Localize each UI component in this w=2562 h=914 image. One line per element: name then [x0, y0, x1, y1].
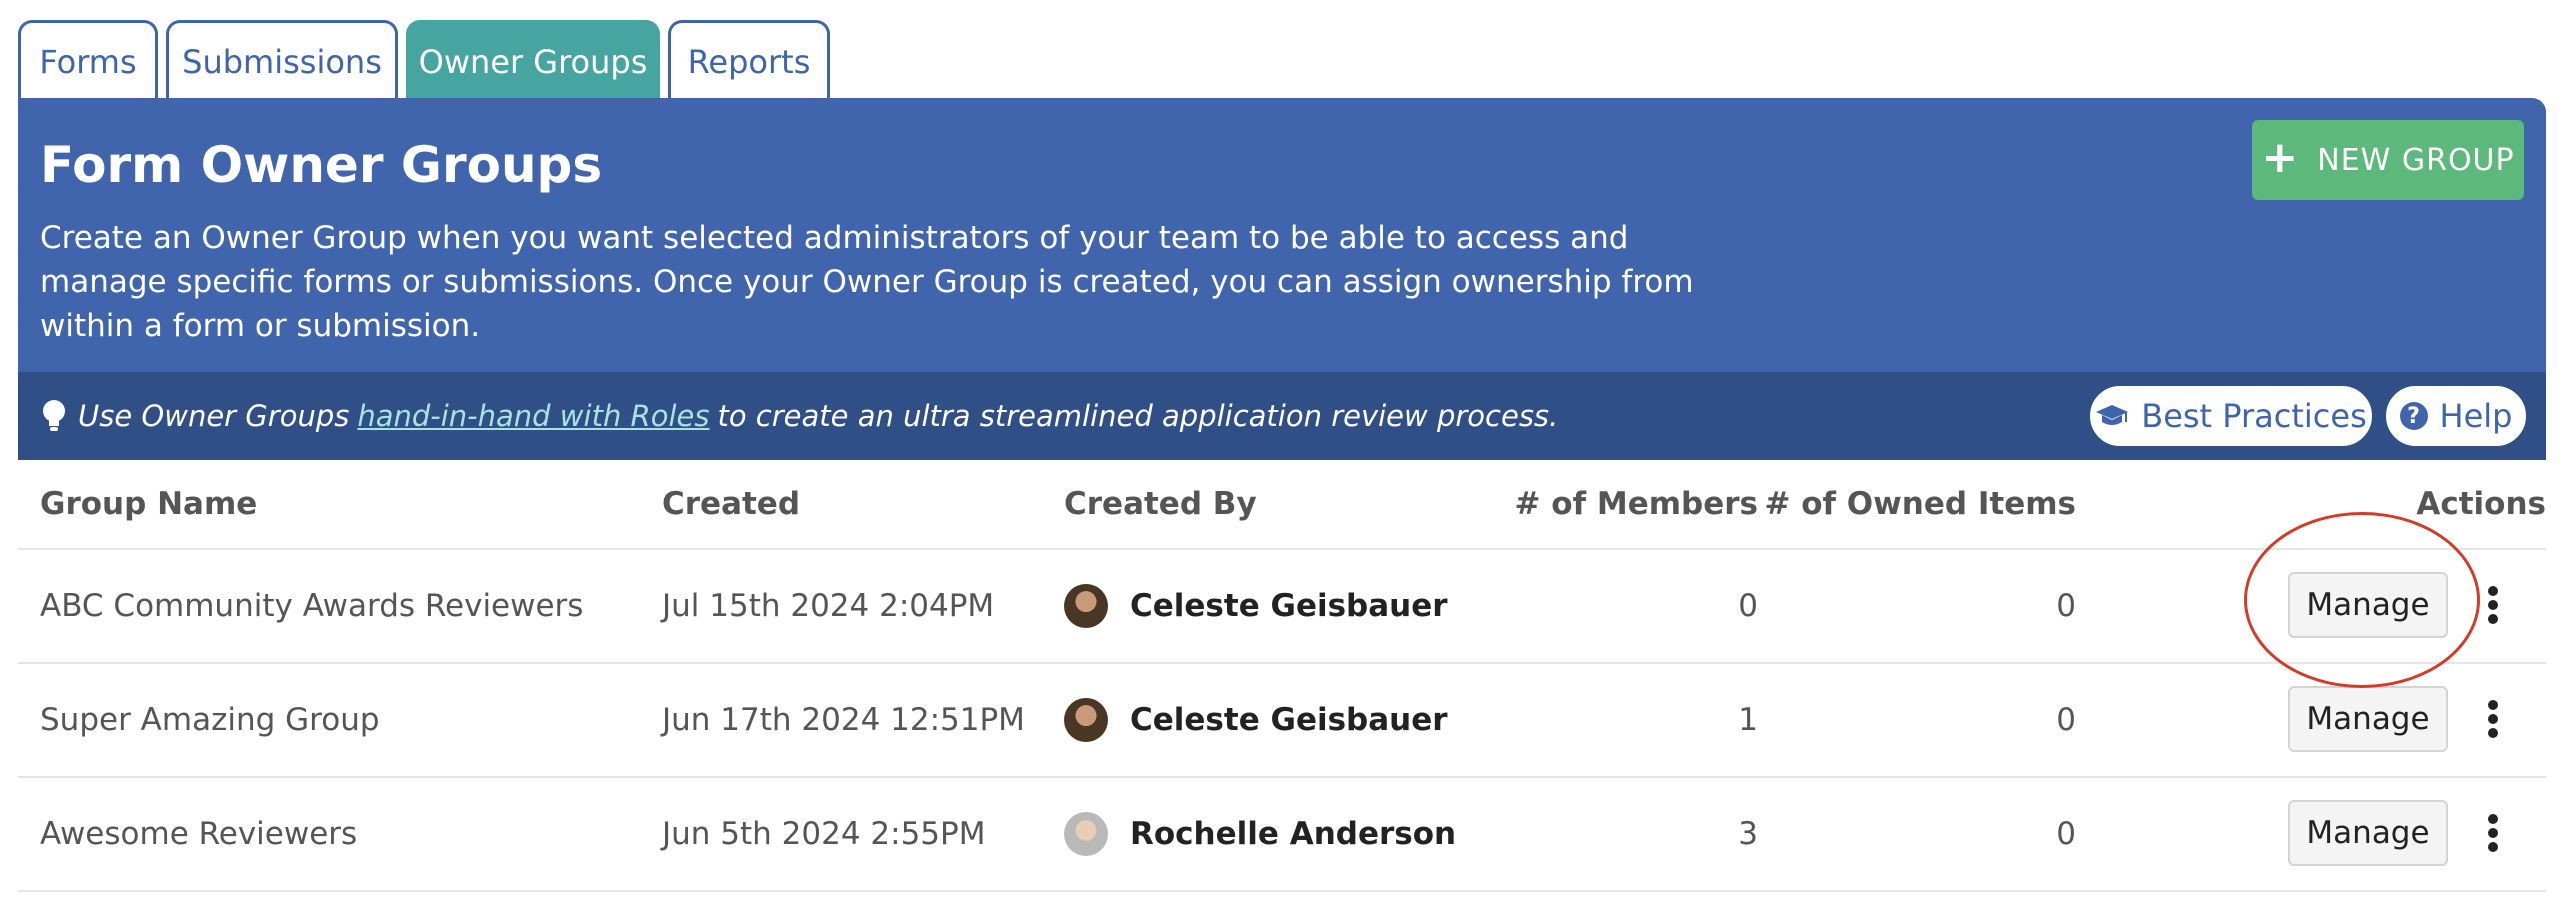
created-by-name: Rochelle Anderson — [1130, 816, 1457, 852]
created-by-name: Celeste Geisbauer — [1130, 702, 1448, 738]
header-created: Created — [662, 486, 801, 522]
header-panel: Form Owner Groups Create an Owner Group … — [18, 98, 2546, 372]
roles-link[interactable]: hand-in-hand with Roles — [357, 399, 709, 433]
help-label: Help — [2439, 397, 2513, 435]
member-count: 0 — [1738, 588, 1758, 624]
created-by: Celeste Geisbauer — [1064, 550, 1448, 662]
created-date: Jun 17th 2024 12:51PM — [662, 702, 1025, 738]
tip-text: Use Owner Groups hand-in-hand with Roles… — [78, 372, 1558, 460]
tab-bar: Forms Submissions Owner Groups Reports — [18, 18, 830, 100]
lightbulb-icon — [43, 400, 65, 431]
owned-count: 0 — [2056, 702, 2076, 738]
graduation-cap-icon — [2096, 405, 2129, 425]
question-circle-icon: ? — [2399, 402, 2428, 430]
header-group-name: Group Name — [40, 486, 258, 522]
header-actions: Actions — [2416, 486, 2546, 522]
owned-count: 0 — [2056, 816, 2076, 852]
best-practices-button[interactable]: Best Practices — [2090, 386, 2372, 446]
new-group-label: NEW GROUP — [2317, 142, 2515, 178]
created-date: Jul 15th 2024 2:04PM — [662, 588, 995, 624]
table-row: Super Amazing Group Jun 17th 2024 12:51P… — [18, 664, 2546, 778]
help-button[interactable]: ? Help — [2386, 386, 2526, 446]
manage-button[interactable]: Manage — [2288, 686, 2448, 752]
header-members: # of Members — [1514, 486, 1758, 522]
manage-button[interactable]: Manage — [2288, 572, 2448, 638]
tab-submissions[interactable]: Submissions — [166, 20, 398, 100]
table-row: Awesome Reviewers Jun 5th 2024 2:55PM Ro… — [18, 778, 2546, 892]
avatar — [1064, 584, 1108, 628]
best-practices-label: Best Practices — [2141, 397, 2367, 435]
tip-bar: Use Owner Groups hand-in-hand with Roles… — [18, 372, 2546, 460]
avatar — [1064, 698, 1108, 742]
tab-forms[interactable]: Forms — [18, 20, 158, 100]
manage-button[interactable]: Manage — [2288, 800, 2448, 866]
member-count: 1 — [1738, 702, 1758, 738]
group-name: ABC Community Awards Reviewers — [40, 588, 584, 624]
kebab-menu-icon[interactable] — [2486, 812, 2500, 854]
header-owned-items: # of Owned Items — [1764, 486, 2076, 522]
tab-reports[interactable]: Reports — [668, 20, 830, 100]
table-row: ABC Community Awards Reviewers Jul 15th … — [18, 550, 2546, 664]
tip-prefix: Use Owner Groups — [78, 399, 350, 433]
new-group-button[interactable]: + NEW GROUP — [2252, 120, 2524, 200]
page-description: Create an Owner Group when you want sele… — [40, 220, 1694, 344]
page-title: Form Owner Groups — [40, 136, 603, 194]
member-count: 3 — [1738, 816, 1758, 852]
group-name: Super Amazing Group — [40, 702, 380, 738]
created-by: Celeste Geisbauer — [1064, 664, 1448, 776]
kebab-menu-icon[interactable] — [2486, 584, 2500, 626]
plus-icon: + — [2261, 132, 2300, 183]
avatar — [1064, 812, 1108, 856]
kebab-menu-icon[interactable] — [2486, 698, 2500, 740]
header-created-by: Created By — [1064, 486, 1257, 522]
table-header: Group Name Created Created By # of Membe… — [18, 460, 2546, 550]
created-date: Jun 5th 2024 2:55PM — [662, 816, 986, 852]
created-by: Rochelle Anderson — [1064, 778, 1456, 890]
owned-count: 0 — [2056, 588, 2076, 624]
owner-groups-table: Group Name Created Created By # of Membe… — [18, 460, 2546, 892]
created-by-name: Celeste Geisbauer — [1130, 588, 1448, 624]
tip-suffix: to create an ultra streamlined applicati… — [717, 399, 1559, 433]
group-name: Awesome Reviewers — [40, 816, 358, 852]
tab-owner-groups[interactable]: Owner Groups — [406, 20, 660, 100]
